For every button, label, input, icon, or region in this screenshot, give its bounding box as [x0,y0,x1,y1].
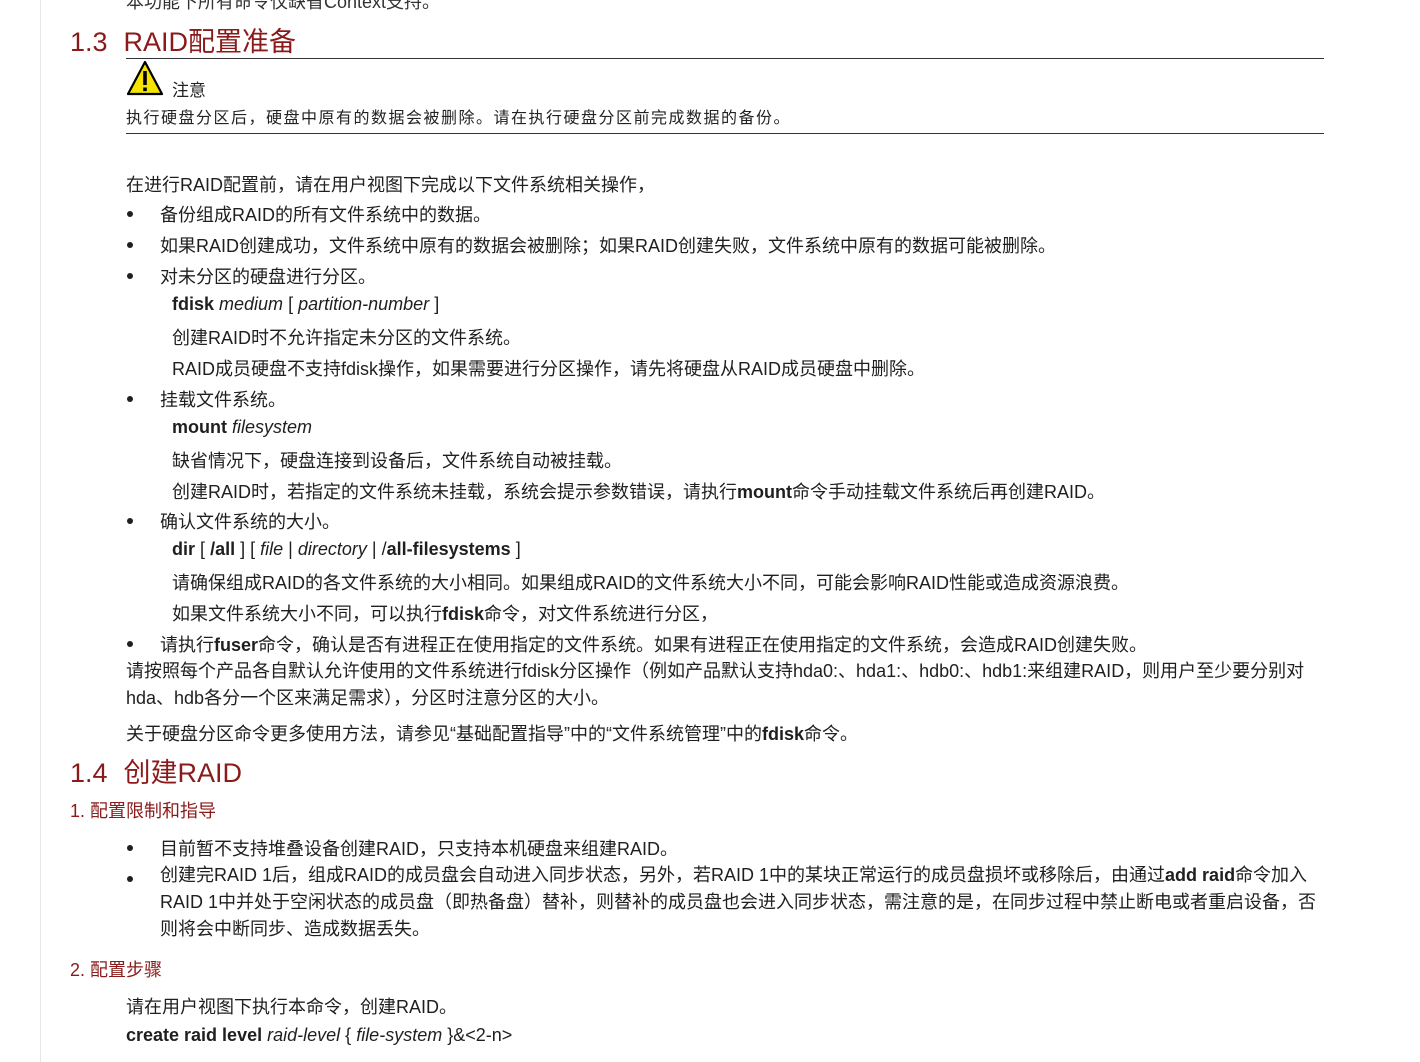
fdisk-command-syntax: fdisk medium [ partition-number ] [172,294,440,314]
list-item-partition: 对未分区的硬盘进行分区。 [160,267,376,287]
bullet [127,211,133,217]
step-intro: 请在用户视图下执行本命令，创建RAID。 [126,997,458,1017]
default-filesystem-paragraph: 请按照每个产品各自默认允许使用的文件系统进行fdisk分区操作（例如产品默认支持… [126,661,1305,708]
subheading-steps: 2. 配置步骤 [70,960,163,980]
notice-top-rule [126,58,1324,59]
bullet [127,876,133,882]
subheading-limits: 1. 配置限制和指导 [70,801,217,821]
create-raid-command-syntax: create raid level raid-level { file-syst… [126,1025,513,1045]
partition-note-1: 创建RAID时不允许指定未分区的文件系统。 [172,328,522,348]
limit-item-2: 创建完RAID 1后，组成RAID的成员盘会自动进入同步状态，另外，若RAID … [160,865,1317,939]
list-item-size: 确认文件系统的大小。 [160,512,340,532]
section-title: RAID配置准备 [123,27,297,57]
size-note-1: 请确保组成RAID的各文件系统的大小相同。如果组成RAID的文件系统大小不同，可… [172,573,1130,593]
size-note-2: 如果文件系统大小不同，可以执行fdisk命令，对文件系统进行分区， [172,604,719,624]
bullet [127,641,133,647]
mount-note-1: 缺省情况下，硬盘连接到设备后，文件系统自动被挂载。 [172,451,622,471]
bullet [127,242,133,248]
bullet [127,396,133,402]
dir-command-syntax: dir [ /all ] [ file | directory | /all-f… [172,539,521,559]
list-item-mount: 挂载文件系统。 [160,390,286,410]
mount-command-syntax: mount filesystem [172,417,313,437]
bullet [127,845,133,851]
intro-paragraph: 在进行RAID配置前，请在用户视图下完成以下文件系统相关操作， [126,175,656,195]
document-page: 本功能下所有命令仅缺省Context支持。 1.3 RAID配置准备 注意 执行硬… [0,0,1420,1062]
list-item-raid-result: 如果RAID创建成功，文件系统中原有的数据会被删除；如果RAID创建失败，文件系… [160,236,1057,256]
warning-triangle-icon [126,60,164,96]
notice-text: 执行硬盘分区后，硬盘中原有的数据会被删除。请在执行硬盘分区前完成数据的备份。 [126,108,792,127]
mount-note-2: 创建RAID时，若指定的文件系统未挂载，系统会提示参数错误，请执行mount命令… [172,482,1106,502]
partition-note-2: RAID成员硬盘不支持fdisk操作，如果需要进行分区操作，请先将硬盘从RAID… [172,359,926,379]
bullet [127,273,133,279]
cut-off-text: 本功能下所有命令仅缺省Context支持。 [126,0,441,12]
list-item-fuser: 请执行fuser命令，确认是否有进程正在使用指定的文件系统。如果有进程正在使用指… [160,635,1148,655]
section-title: 创建RAID [123,758,243,788]
section-heading-1-4: 1.4 创建RAID [70,751,242,790]
limit-item-1: 目前暂不支持堆叠设备创建RAID，只支持本机硬盘来组建RAID。 [160,839,679,859]
section-number: 1.3 [70,27,108,57]
section-number: 1.4 [70,758,108,788]
bullet [127,518,133,524]
notice-label: 注意 [172,81,206,100]
section-heading-1-3: 1.3 RAID配置准备 [70,20,296,59]
notice-bottom-rule [126,133,1324,134]
reference-paragraph: 关于硬盘分区命令更多使用方法，请参见“基础配置指导”中的“文件系统管理”中的fd… [126,724,858,744]
list-item-backup: 备份组成RAID的所有文件系统中的数据。 [160,205,492,225]
